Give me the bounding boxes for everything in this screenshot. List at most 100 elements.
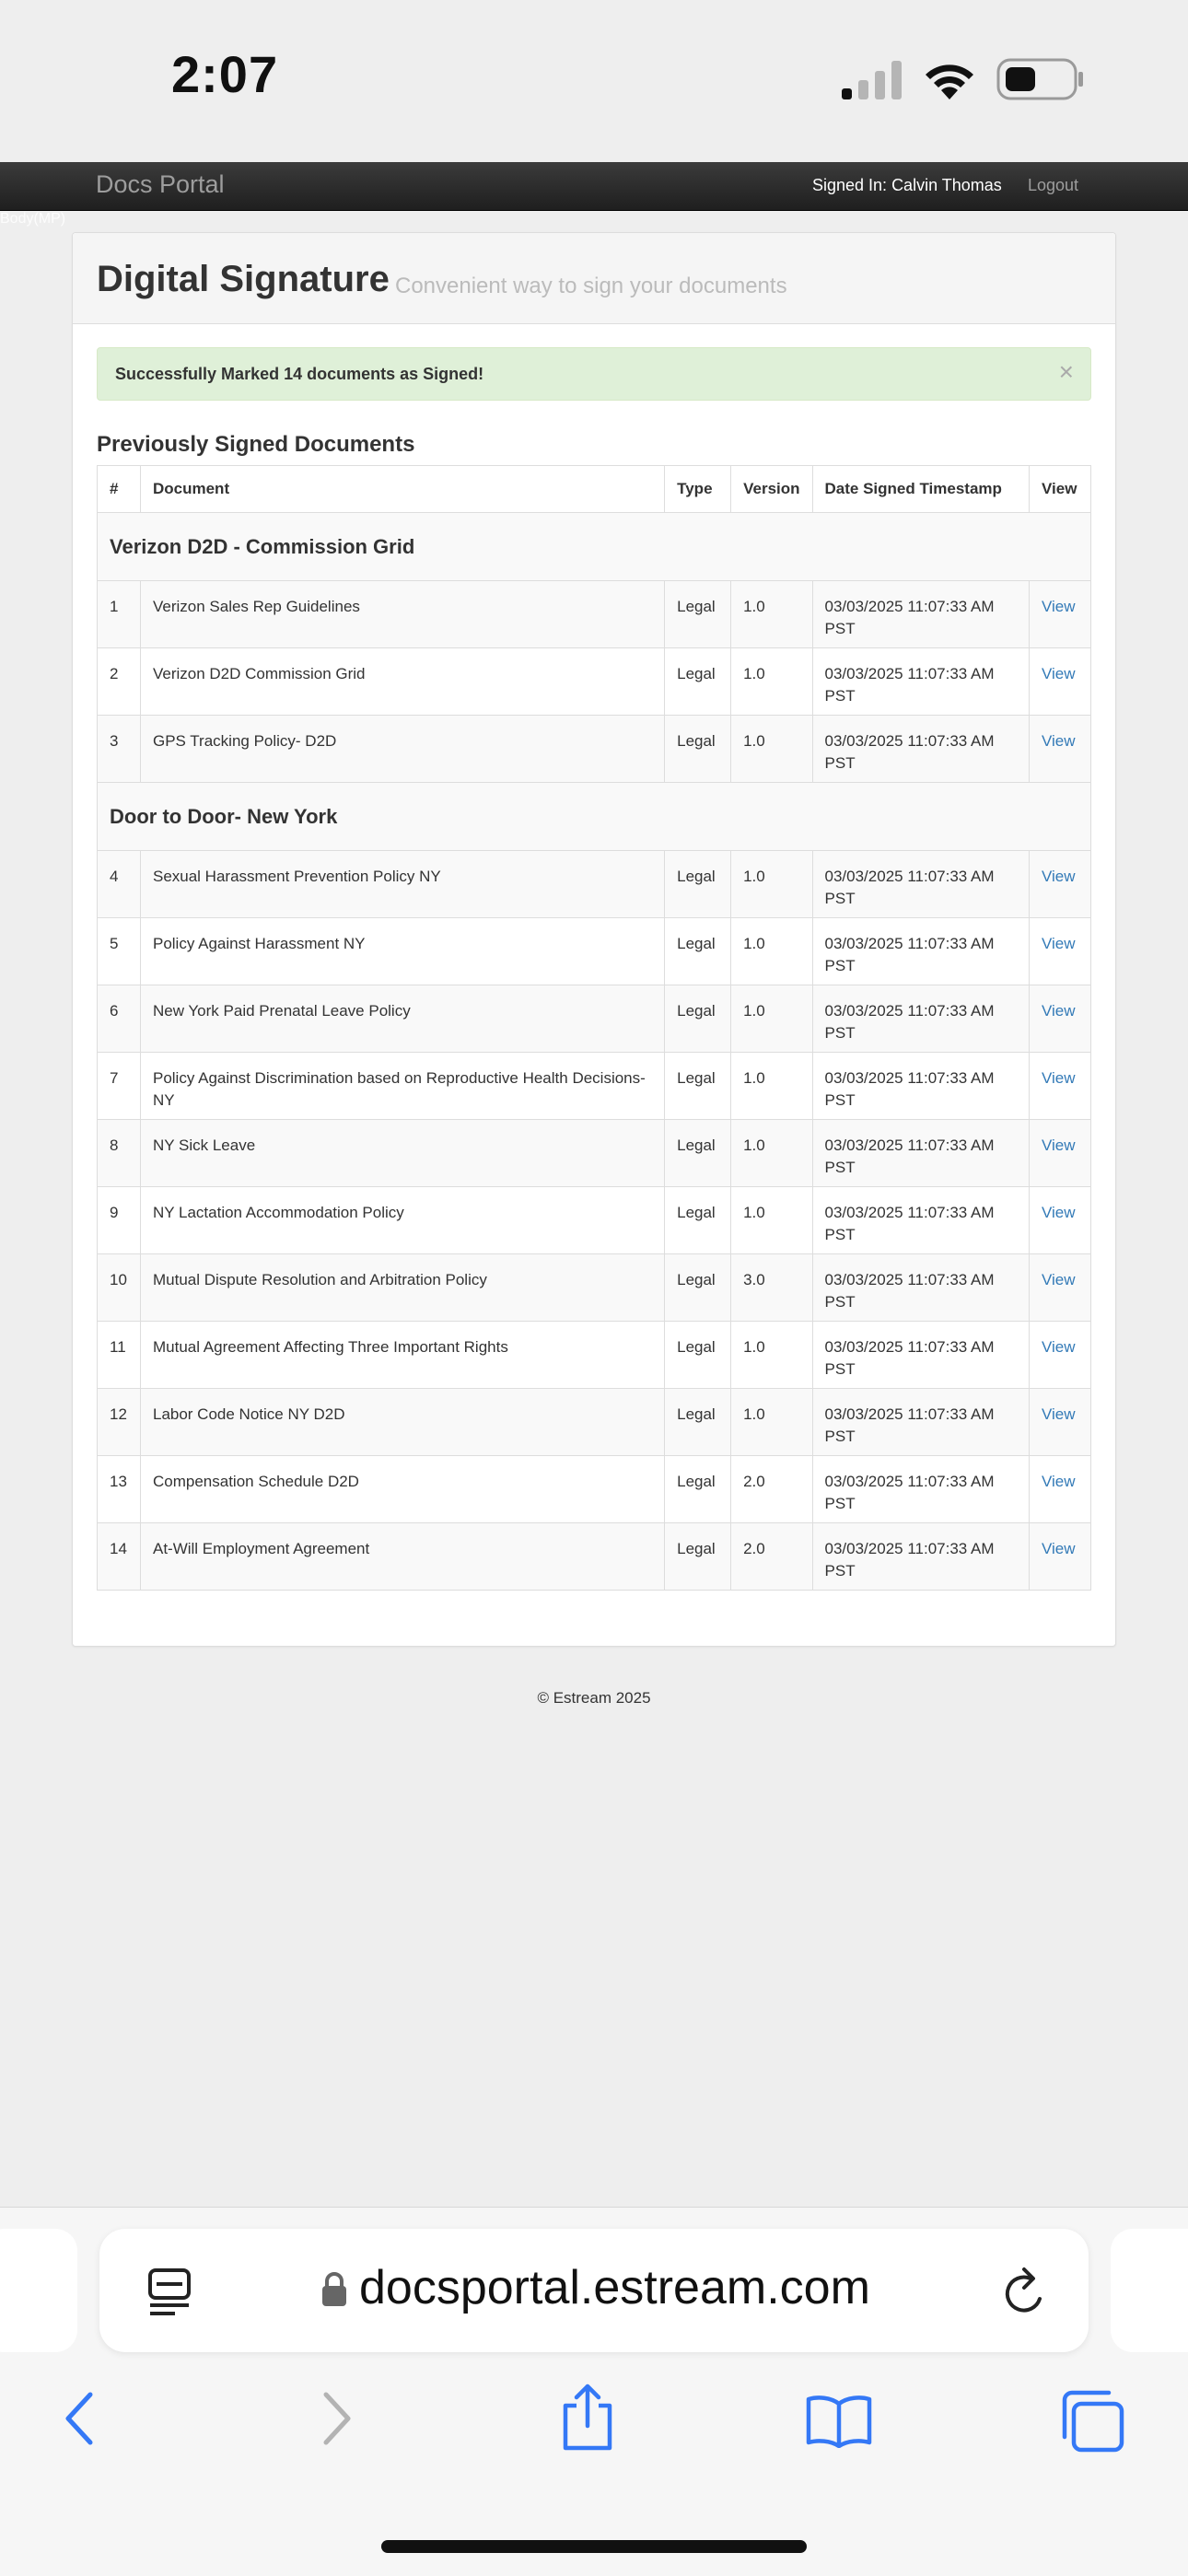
status-bar: 2:07 [0,0,1188,162]
date-signed: 03/03/2025 11:07:33 AM PST [811,1455,1030,1523]
date-signed: 03/03/2025 11:07:33 AM PST [811,647,1030,716]
row-number: 8 [97,1119,141,1187]
cellular-signal-icon [842,61,902,99]
signed-documents-table: # Document Type Version Date Signed Time… [97,465,1092,1591]
brand-link[interactable]: Docs Portal [96,170,225,199]
date-signed: 03/03/2025 11:07:33 AM PST [811,1119,1030,1187]
table-row: 6 New York Paid Prenatal Leave Policy Lega… [97,985,1092,1053]
view-cell: View [1028,1119,1092,1187]
document-name: Mutual Agreement Affecting Three Importa… [139,1321,666,1389]
next-tab-preview[interactable] [1111,2229,1188,2352]
header-date-signed: Date Signed Timestamp [811,465,1030,513]
bookmarks-icon[interactable] [805,2393,873,2448]
view-link[interactable]: View [1042,1204,1076,1221]
row-number: 5 [97,917,141,985]
document-type: Legal [664,1321,732,1389]
view-cell: View [1028,647,1092,716]
success-alert: Successfully Marked 14 documents as Sign… [97,347,1091,401]
document-version: 1.0 [730,715,813,783]
view-link[interactable]: View [1042,935,1076,952]
document-version: 1.0 [730,1119,813,1187]
group-header-row: Door to Door- New York [97,782,1091,851]
reader-icon[interactable] [147,2267,192,2315]
url-text[interactable]: docsportal.estream.com [359,2260,870,2315]
table-row: 3 GPS Tracking Policy- D2D Legal 1.0 03/03/2… [97,715,1092,783]
group-title: Door to Door- New York [97,782,1091,851]
address-bar[interactable]: docsportal.estream.com [99,2229,1089,2352]
table-row: 9 NY Lactation Accommodation Policy Legal 1… [97,1186,1092,1254]
battery-icon [996,58,1083,100]
view-link[interactable]: View [1042,1338,1076,1356]
forward-icon[interactable] [320,2391,354,2446]
document-name: Policy Against Discrimination based on R… [139,1052,666,1120]
document-version: 2.0 [730,1522,813,1591]
date-signed: 03/03/2025 11:07:33 AM PST [811,580,1030,648]
tabs-icon[interactable] [1059,2389,1125,2454]
row-number: 12 [97,1388,141,1456]
date-signed: 03/03/2025 11:07:33 AM PST [811,917,1030,985]
table-body: Verizon D2D - Commission Grid 1 Verizon Sa… [97,512,1092,1591]
logout-link[interactable]: Logout [1028,176,1078,195]
table-row: 8 NY Sick Leave Legal 1.0 03/03/2025 11:07:3… [97,1119,1092,1187]
view-cell: View [1028,1388,1092,1456]
row-number: 10 [97,1253,141,1322]
document-version: 1.0 [730,850,813,918]
document-type: Legal [664,1455,732,1523]
document-version: 1.0 [730,1321,813,1389]
view-cell: View [1028,1455,1092,1523]
reload-icon[interactable] [1000,2266,1050,2317]
section-title: Previously Signed Documents [97,432,415,457]
row-number: 1 [97,580,141,648]
view-link[interactable]: View [1042,732,1076,750]
main-panel: Digital Signature Convenient way to sign… [72,232,1116,1647]
document-name: NY Sick Leave [139,1119,666,1187]
back-icon[interactable] [63,2391,96,2446]
table-header-row: # Document Type Version Date Signed Time… [97,465,1092,513]
view-link[interactable]: View [1042,1540,1076,1557]
view-link[interactable]: View [1042,598,1076,615]
view-link[interactable]: View [1042,665,1076,682]
document-name: Verizon Sales Rep Guidelines [139,580,666,648]
document-type: Legal [664,1186,732,1254]
document-name: New York Paid Prenatal Leave Policy [139,985,666,1053]
panel-header: Digital Signature Convenient way to sign… [73,233,1115,324]
home-indicator [381,2540,807,2553]
previous-tab-preview[interactable] [0,2229,77,2352]
table-row: 5 Policy Against Harassment NY Legal 1.0 03/… [97,917,1092,985]
view-link[interactable]: View [1042,1405,1076,1423]
group-title: Verizon D2D - Commission Grid [97,512,1091,581]
lock-icon [322,2272,346,2306]
row-number: 9 [97,1186,141,1254]
alert-message: Successfully Marked 14 documents as Sign… [115,365,484,383]
page-title: Digital Signature [97,259,390,299]
share-icon[interactable] [560,2382,615,2452]
view-link[interactable]: View [1042,1002,1076,1020]
document-version: 1.0 [730,917,813,985]
view-link[interactable]: View [1042,1271,1076,1288]
view-cell: View [1028,1253,1092,1322]
row-number: 4 [97,850,141,918]
table-row: 14 At-Will Employment Agreement Legal 2.0 03… [97,1522,1092,1591]
document-name: Sexual Harassment Prevention Policy NY [139,850,666,918]
document-name: Mutual Dispute Resolution and Arbitratio… [139,1253,666,1322]
date-signed: 03/03/2025 11:07:33 AM PST [811,1522,1030,1591]
close-icon[interactable]: × [1059,359,1074,385]
table-row: 13 Compensation Schedule D2D Legal 2.0 03/03… [97,1455,1092,1523]
view-link[interactable]: View [1042,868,1076,885]
document-type: Legal [664,647,732,716]
table-row: 2 Verizon D2D Commission Grid Legal 1.0 03/0… [97,647,1092,716]
view-link[interactable]: View [1042,1136,1076,1154]
table-row: 1 Verizon Sales Rep Guidelines Legal 1.0 03/… [97,580,1092,648]
document-version: 1.0 [730,985,813,1053]
wifi-icon [926,64,973,99]
view-cell: View [1028,985,1092,1053]
document-type: Legal [664,850,732,918]
view-link[interactable]: View [1042,1069,1076,1087]
header-document: Document [139,465,666,513]
document-name: Labor Code Notice NY D2D [139,1388,666,1456]
view-cell: View [1028,917,1092,985]
view-link[interactable]: View [1042,1473,1076,1490]
date-signed: 03/03/2025 11:07:33 AM PST [811,1321,1030,1389]
view-cell: View [1028,1522,1092,1591]
document-version: 1.0 [730,647,813,716]
